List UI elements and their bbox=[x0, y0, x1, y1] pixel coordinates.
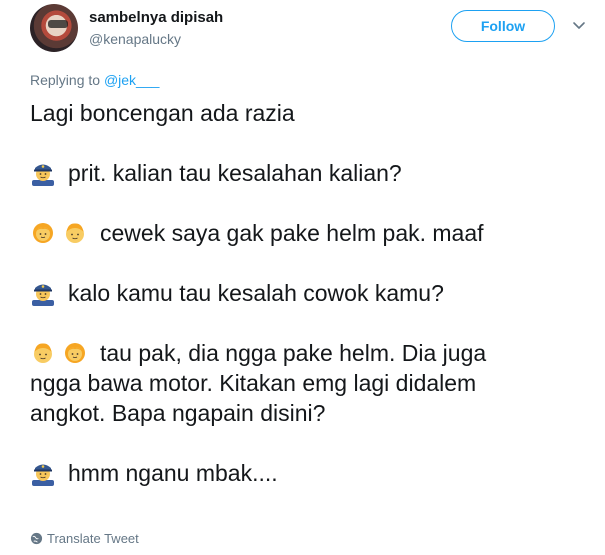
tweet-line-4: kalo kamu tau kesalah cowok kamu? bbox=[68, 280, 444, 306]
boy-icon bbox=[30, 340, 56, 366]
user-handle[interactable]: @kenapalucky bbox=[89, 31, 181, 47]
globe-icon bbox=[30, 532, 43, 545]
reply-mention-link[interactable]: @jek___ bbox=[104, 72, 159, 88]
follow-button[interactable]: Follow bbox=[451, 10, 555, 42]
tweet-line: tau pak, dia ngga pake helm. Dia juga bbox=[30, 338, 590, 368]
avatar[interactable] bbox=[30, 4, 78, 52]
tweet-line: prit. kalian tau kesalahan kalian? bbox=[30, 158, 590, 188]
tweet-text: Lagi boncengan ada razia prit. kalian ta… bbox=[30, 98, 590, 488]
tweet-line: Lagi boncengan ada razia bbox=[30, 98, 590, 128]
girl-icon bbox=[62, 340, 88, 366]
translate-tweet-link[interactable]: Translate Tweet bbox=[30, 531, 139, 546]
tweet-line-2: prit. kalian tau kesalahan kalian? bbox=[68, 160, 402, 186]
police-officer-icon bbox=[30, 160, 56, 186]
tweet-line-3: cewek saya gak pake helm pak. maaf bbox=[100, 220, 484, 246]
tweet-line-5b: ngga bawa motor. Kitakan emg lagi didale… bbox=[30, 370, 477, 396]
police-officer-icon bbox=[30, 460, 56, 486]
tweet-line-1: Lagi boncengan ada razia bbox=[30, 100, 295, 126]
tweet-line-5a: tau pak, dia ngga pake helm. Dia juga bbox=[100, 340, 487, 366]
tweet-header: sambelnya dipisah @kenapalucky Follow bbox=[30, 4, 600, 54]
tweet-line: cewek saya gak pake helm pak. maaf bbox=[30, 218, 590, 248]
police-officer-icon bbox=[30, 280, 56, 306]
replying-to: Replying to @jek___ bbox=[30, 72, 159, 88]
tweet-line: kalo kamu tau kesalah cowok kamu? bbox=[30, 278, 590, 308]
tweet-line-5c: angkot. Bapa ngapain disini? bbox=[30, 400, 326, 426]
chevron-down-icon[interactable] bbox=[572, 18, 586, 32]
translate-tweet-label[interactable]: Translate Tweet bbox=[47, 531, 139, 546]
tweet-line-6: hmm nganu mbak.... bbox=[68, 460, 278, 486]
tweet-line: ngga bawa motor. Kitakan emg lagi didale… bbox=[30, 368, 590, 398]
tweet-line: angkot. Bapa ngapain disini? bbox=[30, 398, 590, 428]
girl-icon bbox=[30, 220, 56, 246]
tweet-line: hmm nganu mbak.... bbox=[30, 458, 590, 488]
replying-prefix: Replying to bbox=[30, 72, 101, 88]
display-name[interactable]: sambelnya dipisah bbox=[89, 9, 223, 26]
boy-icon bbox=[62, 220, 88, 246]
